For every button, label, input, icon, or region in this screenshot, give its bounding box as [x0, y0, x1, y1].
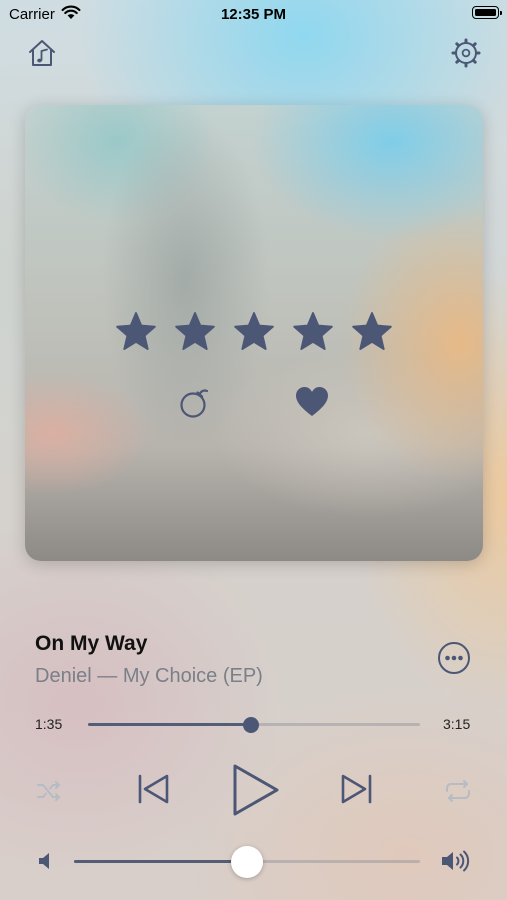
volume-slider[interactable]: [74, 845, 420, 878]
clock: 12:35 PM: [220, 6, 287, 23]
next-icon[interactable]: [338, 771, 374, 807]
star-icon[interactable]: [232, 310, 276, 354]
settings-icon[interactable]: [451, 38, 481, 68]
volume-high-icon: [442, 850, 470, 872]
home-music-icon[interactable]: [26, 37, 58, 69]
bomb-icon[interactable]: [176, 384, 212, 420]
elapsed-time: 1:35: [35, 716, 63, 732]
shuffle-icon[interactable]: [36, 779, 64, 803]
star-icon[interactable]: [291, 310, 335, 354]
battery-icon: [472, 6, 502, 19]
star-icon[interactable]: [350, 310, 394, 354]
heart-icon[interactable]: [294, 385, 330, 419]
track-artist-album: Deniel — My Choice (EP): [35, 665, 263, 687]
volume-knob[interactable]: [231, 845, 263, 878]
progress-knob[interactable]: [242, 716, 259, 733]
volume-low-icon: [39, 853, 49, 869]
progress-slider[interactable]: [88, 716, 420, 733]
more-options-icon[interactable]: [437, 641, 471, 675]
star-icon[interactable]: [173, 310, 217, 354]
progress-fill: [88, 723, 251, 726]
rating-stars[interactable]: [25, 310, 483, 354]
repeat-icon[interactable]: [443, 778, 473, 804]
previous-icon[interactable]: [136, 771, 172, 807]
total-time: 3:15: [443, 716, 471, 732]
star-icon[interactable]: [114, 310, 158, 354]
track-title: On My Way: [35, 632, 148, 655]
play-icon[interactable]: [230, 762, 282, 818]
status-bar: Carrier 12:35 PM: [0, 0, 507, 28]
album-artwork: [25, 105, 483, 561]
volume-fill: [74, 860, 247, 863]
